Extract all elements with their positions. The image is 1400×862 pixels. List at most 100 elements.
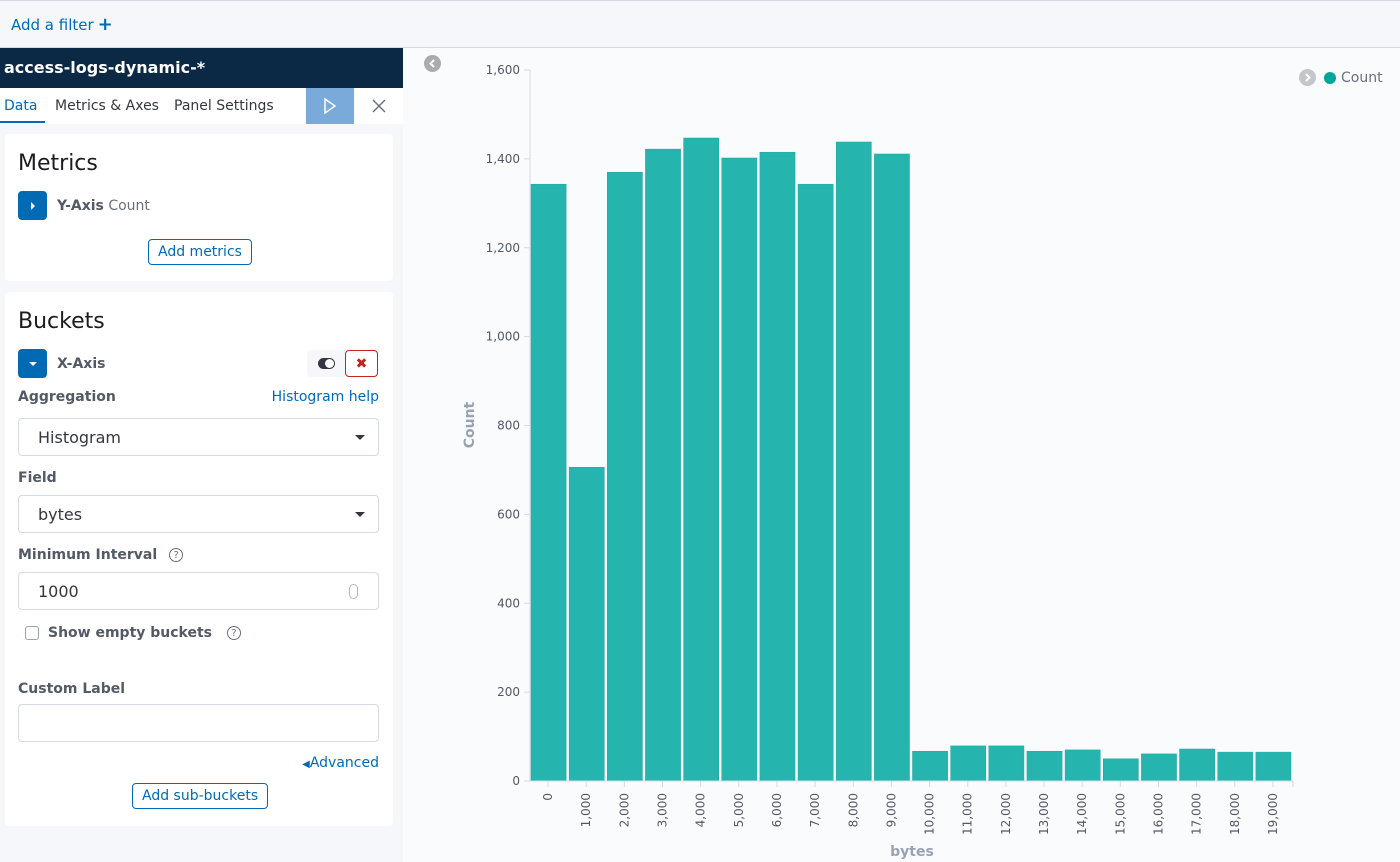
bucket-actions: ✖ [307,350,378,377]
advanced-toggle-link[interactable]: ◀Advanced [302,755,379,771]
collapse-bucket-button[interactable] [18,349,47,378]
buckets-panel: Buckets X-Axis ✖ Aggregation Histogram h… [5,292,393,826]
bar[interactable] [759,151,796,782]
bucket-x-axis-row: X-Axis [18,349,105,378]
add-metrics-button[interactable]: Add metrics [148,239,252,265]
y-tick-label: 1,600 [486,63,520,77]
bar[interactable] [1217,751,1254,782]
legend: Count [1299,69,1383,86]
x-tick-label: 13,000 [1037,793,1051,835]
x-axis: 0 1,000 2,000 3,000 4,000 5,000 6,000 7,000 8,00… [530,780,1294,835]
y-tick-label: 1,400 [486,152,520,166]
y-axis: 0 200 400 600 800 1,000 1,200 1,400 1,600 [486,63,531,788]
show-empty-buckets-label: Show empty buckets [48,625,213,641]
plus-icon: + [97,14,113,35]
interval-value: 1000 [38,582,79,601]
metric-axis-label: Y-Axis [57,197,104,214]
y-tick-label: 1,200 [486,241,520,255]
x-tick-label: 15,000 [1113,793,1127,835]
bar[interactable] [1141,753,1177,782]
add-sub-buckets-button[interactable]: Add sub-buckets [132,783,269,809]
x-tick-label: 12,000 [999,793,1013,835]
expand-metric-button[interactable] [18,191,47,220]
y-tick-label: 0 [512,774,520,788]
x-tick-label: 3,000 [656,793,670,827]
x-tick-label: 18,000 [1228,793,1242,835]
x-tick-label: 16,000 [1151,793,1165,835]
x-tick-label: 17,000 [1190,793,1204,835]
help-icon[interactable]: ? [227,626,242,640]
buckets-title: Buckets [18,309,105,334]
bar[interactable] [988,745,1025,782]
custom-label-input[interactable] [18,704,379,742]
bar[interactable] [1103,758,1139,782]
filter-bar: Add a filter + [0,0,1400,48]
x-axis-title: bytes [890,844,934,860]
number-spinner-icon[interactable] [349,584,358,599]
y-tick-label: 400 [497,596,520,610]
field-select[interactable]: bytes [18,495,379,533]
legend-item-count[interactable]: Count [1324,70,1383,86]
disable-aggregation-toggle[interactable] [307,350,345,377]
aggregation-value: Histogram [38,428,121,447]
aggregation-select[interactable]: Histogram [18,418,379,456]
interval-label-row: Minimum Interval? [18,547,184,563]
remove-bucket-button[interactable]: ✖ [345,350,378,377]
bar[interactable] [568,467,605,782]
close-icon [372,99,386,113]
show-empty-buckets-checkbox[interactable] [25,626,39,640]
y-tick-label: 1,000 [486,330,520,344]
histogram-help-link[interactable]: Histogram help [272,389,379,405]
interval-input[interactable]: 1000 [18,572,379,610]
bar[interactable] [645,148,681,782]
tab-metrics-axes[interactable]: Metrics & Axes [55,98,159,114]
histogram-chart: 0 200 400 600 800 1,000 1,200 1,400 1,600 0 1,000… [462,63,1294,860]
bar[interactable] [874,153,910,782]
add-filter-button[interactable]: Add a filter + [11,14,113,35]
bar[interactable] [607,171,643,782]
bar[interactable] [1179,748,1215,782]
bar[interactable] [835,141,872,782]
help-icon[interactable]: ? [169,548,184,562]
show-empty-buckets-row: Show empty buckets ? [25,625,242,641]
x-tick-label: 11,000 [961,793,975,835]
metric-y-axis-row: Y-Axis Count [18,191,150,220]
bar[interactable] [797,183,834,782]
bar[interactable] [1064,749,1101,782]
tab-data[interactable]: Data [4,98,37,114]
add-filter-label: Add a filter [11,16,94,34]
y-tick-label: 600 [497,507,520,521]
discard-changes-button[interactable] [364,88,394,124]
apply-changes-button[interactable] [306,88,354,124]
bar[interactable] [912,750,948,782]
x-tick-label: 4,000 [694,793,708,827]
cross-icon: ✖ [355,355,368,372]
metrics-title: Metrics [18,151,98,176]
caret-down-icon [355,435,365,440]
x-tick-label: 9,000 [884,793,898,827]
editor-tabs: Data Metrics & Axes Panel Settings [0,88,403,124]
toggle-legend-button[interactable] [1299,69,1316,86]
x-tick-label: 1,000 [579,793,593,827]
x-tick-label: 7,000 [808,793,822,827]
bar[interactable] [1255,751,1292,782]
play-icon [324,98,337,114]
bar[interactable] [683,137,720,782]
index-pattern-title: access-logs-dynamic-* [0,48,403,88]
legend-label: Count [1341,69,1383,86]
chevron-down-icon [28,361,37,366]
field-value: bytes [38,505,83,524]
bar[interactable] [1026,750,1063,782]
bar[interactable] [950,745,987,782]
bars [530,137,1292,782]
y-tick-label: 200 [497,685,520,699]
bar[interactable] [530,183,567,782]
legend-color-dot [1324,71,1336,84]
field-label: Field [18,470,57,486]
x-tick-label: 0 [541,793,555,801]
x-tick-label: 14,000 [1075,793,1089,835]
tab-panel-settings[interactable]: Panel Settings [174,98,274,114]
x-tick-label: 6,000 [770,793,784,827]
x-tick-label: 19,000 [1266,793,1280,835]
bar[interactable] [721,157,758,782]
